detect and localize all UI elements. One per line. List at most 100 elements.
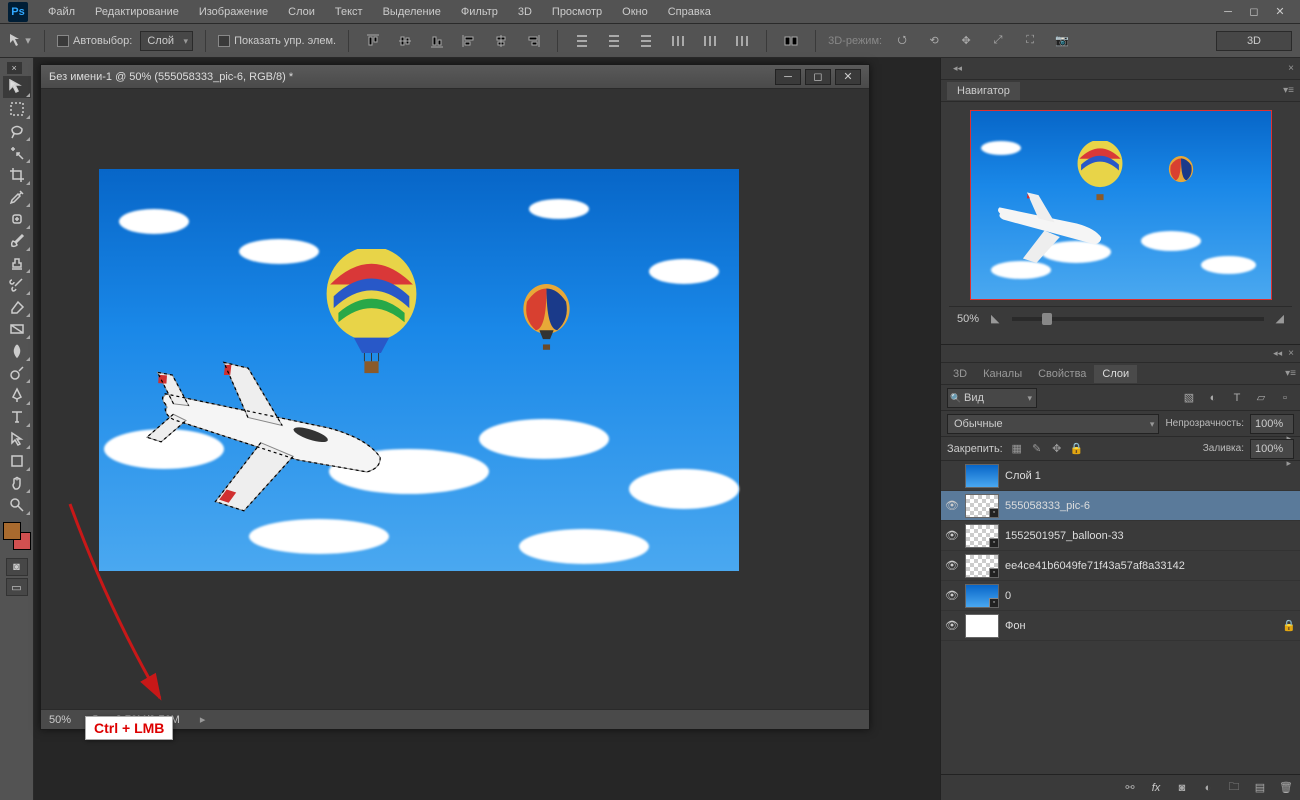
3d-pan-icon[interactable]: ✥ [954, 29, 978, 53]
window-restore-icon[interactable]: ◻ [1242, 4, 1266, 20]
menu-Выделение[interactable]: Выделение [373, 2, 451, 22]
layer-thumbnail[interactable] [965, 614, 999, 638]
lock-position-icon[interactable]: ✥ [1049, 441, 1065, 457]
menu-Просмотр[interactable]: Просмотр [542, 2, 612, 22]
layers-close-icon[interactable]: × [1288, 348, 1294, 359]
tool-tab-close[interactable]: × [7, 62, 22, 74]
visibility-toggle-icon[interactable]: 👁 [945, 529, 959, 543]
show-transform-checkbox[interactable]: Показать упр. элем. [218, 35, 336, 47]
brush-tool[interactable] [3, 230, 31, 252]
panel-tab-Каналы[interactable]: Каналы [975, 365, 1030, 383]
panel-collapse-icon[interactable]: ◂◂ [953, 63, 962, 74]
navigator-menu-icon[interactable]: ▾≡ [1283, 85, 1294, 96]
menu-Справка[interactable]: Справка [658, 2, 721, 22]
layer-name[interactable]: ee4ce41b6049fe71f43a57af8a33142 [1005, 560, 1296, 572]
doc-minimize-icon[interactable]: ─ [775, 69, 801, 85]
auto-select-checkbox[interactable]: Автовыбор: [57, 35, 132, 47]
layer-row[interactable]: Слой 1 [941, 461, 1300, 491]
navigator-thumbnail[interactable] [970, 110, 1272, 300]
layer-thumbnail[interactable]: ▫ [965, 584, 999, 608]
doc-close-icon[interactable]: ✕ [835, 69, 861, 85]
zoom-in-icon[interactable]: ◢ [1276, 312, 1284, 325]
dodge-tool[interactable] [3, 362, 31, 384]
link-layers-icon[interactable]: ⚯ [1122, 780, 1138, 796]
layer-thumbnail[interactable]: ▫ [965, 524, 999, 548]
layer-mask-icon[interactable]: ◙ [1174, 780, 1190, 796]
pen-tool[interactable] [3, 384, 31, 406]
visibility-toggle-icon[interactable]: 👁 [945, 619, 959, 633]
new-group-icon[interactable]: 🗀 [1226, 780, 1242, 796]
align-right-icon[interactable] [521, 29, 545, 53]
zoom-tool[interactable] [3, 494, 31, 516]
visibility-toggle-icon[interactable]: 👁 [945, 559, 959, 573]
layer-name[interactable]: Фон [1005, 620, 1276, 632]
distribute-hcenter-icon[interactable] [698, 29, 722, 53]
lock-all-icon[interactable]: 🔒 [1069, 441, 1085, 457]
3d-scale-icon[interactable]: ⛶ [1018, 29, 1042, 53]
quick-select-tool[interactable] [3, 142, 31, 164]
filter-adjustment-icon[interactable]: ◐ [1204, 389, 1222, 407]
layer-group-dropdown[interactable]: Слой [140, 31, 193, 51]
zoom-out-icon[interactable]: ◣ [991, 312, 999, 325]
visibility-toggle-icon[interactable]: 👁 [945, 499, 959, 513]
layer-thumbnail[interactable]: ▫ [965, 554, 999, 578]
menu-Редактирование[interactable]: Редактирование [85, 2, 189, 22]
menu-3D[interactable]: 3D [508, 2, 542, 22]
window-close-icon[interactable]: ✕ [1268, 4, 1292, 20]
menu-Фильтр[interactable]: Фильтр [451, 2, 508, 22]
crop-tool[interactable] [3, 164, 31, 186]
distribute-right-icon[interactable] [730, 29, 754, 53]
layer-name[interactable]: Слой 1 [1005, 470, 1296, 482]
3d-orbit-icon[interactable]: ⭯ [890, 29, 914, 53]
layer-name[interactable]: 1552501957_balloon-33 [1005, 530, 1296, 542]
menu-Текст[interactable]: Текст [325, 2, 373, 22]
blur-tool[interactable] [3, 340, 31, 362]
filter-smart-icon[interactable]: ▫ [1276, 389, 1294, 407]
align-hcenter-icon[interactable] [489, 29, 513, 53]
navigator-tab[interactable]: Навигатор [947, 82, 1020, 100]
document-titlebar[interactable]: Без имени-1 @ 50% (555058333_pic-6, RGB/… [41, 65, 869, 89]
menu-Изображение[interactable]: Изображение [189, 2, 278, 22]
navigator-zoom-slider[interactable] [1012, 317, 1264, 321]
zoom-level[interactable]: 50% [49, 714, 71, 726]
fill-input[interactable]: 100% [1250, 439, 1294, 459]
healing-brush-tool[interactable] [3, 208, 31, 230]
distribute-bottom-icon[interactable] [634, 29, 658, 53]
history-brush-tool[interactable] [3, 274, 31, 296]
workspace-switcher[interactable]: 3D [1216, 31, 1292, 51]
menu-Окно[interactable]: Окно [612, 2, 658, 22]
lock-pixels-icon[interactable]: ✎ [1029, 441, 1045, 457]
doc-maximize-icon[interactable]: ◻ [805, 69, 831, 85]
layer-fx-icon[interactable]: fx [1148, 780, 1164, 796]
color-swatches[interactable] [3, 522, 31, 550]
delete-layer-icon[interactable]: 🗑 [1278, 780, 1294, 796]
distribute-top-icon[interactable] [570, 29, 594, 53]
3d-camera-icon[interactable]: 📷 [1050, 29, 1074, 53]
panel-close-icon[interactable]: × [1288, 63, 1294, 74]
layers-collapse-icon[interactable]: ◂◂ [1273, 348, 1282, 359]
lock-transparency-icon[interactable]: ▦ [1009, 441, 1025, 457]
move-tool-icon[interactable]: ▾ [8, 29, 32, 53]
window-minimize-icon[interactable]: ─ [1216, 4, 1240, 20]
align-bottom-icon[interactable] [425, 29, 449, 53]
layer-row[interactable]: 👁Фон🔒 [941, 611, 1300, 641]
visibility-toggle-icon[interactable]: 👁 [945, 589, 959, 603]
align-vcenter-icon[interactable] [393, 29, 417, 53]
panel-tab-Слои[interactable]: Слои [1094, 365, 1137, 383]
layer-filter-dropdown[interactable]: Вид [947, 388, 1037, 408]
foreground-color-swatch[interactable] [3, 522, 21, 540]
filter-shape-icon[interactable]: ▱ [1252, 389, 1270, 407]
hand-tool[interactable] [3, 472, 31, 494]
lasso-tool[interactable] [3, 120, 31, 142]
layer-row[interactable]: 👁▫0 [941, 581, 1300, 611]
visibility-toggle-icon[interactable] [945, 469, 959, 483]
auto-align-icon[interactable] [779, 29, 803, 53]
type-tool[interactable] [3, 406, 31, 428]
distribute-vcenter-icon[interactable] [602, 29, 626, 53]
panel-tab-3D[interactable]: 3D [945, 365, 975, 383]
layer-thumbnail[interactable]: ▫ [965, 494, 999, 518]
layers-panel-menu-icon[interactable]: ▾≡ [1285, 368, 1296, 379]
eraser-tool[interactable] [3, 296, 31, 318]
menu-Файл[interactable]: Файл [38, 2, 85, 22]
navigator-zoom-value[interactable]: 50% [957, 313, 979, 325]
